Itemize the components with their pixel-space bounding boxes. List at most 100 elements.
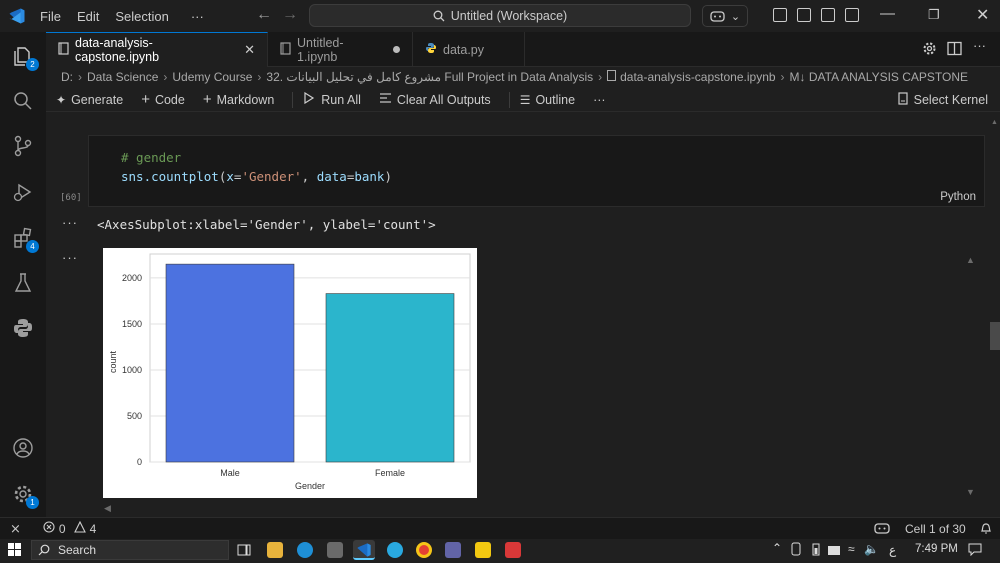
python-icon[interactable] [11, 316, 35, 340]
split-editor-icon[interactable] [947, 41, 962, 59]
more-actions-icon[interactable]: ··· [973, 38, 986, 53]
remote-icon[interactable]: ⨯ [10, 521, 21, 537]
testing-flask-icon[interactable] [11, 271, 35, 295]
cell-position[interactable]: Cell 1 of 30 [905, 522, 966, 536]
volume-icon[interactable]: 🔈 [864, 542, 879, 556]
app-icon[interactable] [505, 542, 521, 558]
y-tick-label: 1500 [122, 319, 142, 329]
windows-start-icon[interactable] [8, 543, 21, 559]
input-language[interactable]: ع [889, 543, 896, 557]
toolbar-divider [508, 91, 510, 108]
extensions-icon[interactable]: 4 [11, 226, 39, 253]
show-hidden-icons-icon[interactable]: ⌃ [772, 541, 782, 555]
y-axis-label: count [108, 350, 118, 373]
menu-edit[interactable]: Edit [69, 9, 107, 24]
code-cell[interactable]: # gender sns.countplot(x='Gender', data=… [88, 135, 985, 207]
copilot-status-icon[interactable] [874, 521, 890, 538]
code-comma: , [301, 169, 317, 184]
account-icon[interactable] [11, 436, 35, 460]
cell-language[interactable]: Python [940, 191, 976, 203]
edge-browser-icon[interactable] [297, 542, 313, 558]
menu-selection[interactable]: Selection [107, 9, 176, 24]
tab-label: Untitled-1.ipynb [297, 35, 344, 64]
scroll-left-arrow-icon[interactable]: ◀ [104, 503, 111, 514]
add-code-cell-button[interactable]: + Code [141, 91, 185, 108]
search-icon[interactable] [11, 89, 35, 113]
tab-data-analysis-capstone[interactable]: data-analysis-capstone.ipynb ✕ [46, 32, 268, 67]
task-view-icon[interactable] [236, 542, 252, 558]
tab-untitled-1[interactable]: Untitled-1.ipynb [268, 32, 413, 67]
code-fn: sns.countplot [121, 169, 219, 184]
chrome-icon[interactable] [416, 542, 432, 558]
clear-all-outputs-button[interactable]: Clear All Outputs [379, 92, 491, 107]
tab-label: data-analysis-capstone.ipynb [75, 36, 160, 64]
markdown-label: Markdown [216, 92, 275, 107]
toolbar-more-button[interactable]: ··· [593, 93, 606, 107]
battery-level-icon [828, 544, 842, 559]
select-kernel-button[interactable]: Select Kernel [897, 91, 988, 108]
power-bi-icon[interactable] [475, 542, 491, 558]
close-tab-icon[interactable]: ✕ [244, 42, 255, 58]
command-center[interactable]: Untitled (Workspace) [309, 4, 691, 27]
toggle-secondary-sidebar-icon[interactable] [845, 8, 859, 22]
generate-button[interactable]: ✦ Generate [56, 93, 123, 107]
restore-icon[interactable]: ❐ [928, 7, 940, 23]
breadcrumb-item[interactable]: Udemy Course [172, 70, 252, 84]
settings-gear-icon[interactable]: 1 [11, 482, 39, 509]
breadcrumb-item[interactable]: 32. مشروع كامل في تحليل البيانات Full Pr… [266, 70, 593, 84]
chevron-down-icon: ⌄ [730, 10, 741, 23]
y-tick-label: 0 [137, 457, 142, 467]
clock-time[interactable]: 7:49 PM [915, 543, 958, 555]
toggle-primary-sidebar-icon[interactable] [773, 8, 787, 22]
forward-arrow-icon[interactable]: → [282, 6, 298, 24]
notebook-editor: # gender sns.countplot(x='Gender', data=… [46, 113, 1000, 517]
taskbar-search[interactable]: Search [31, 540, 229, 560]
outline-button[interactable]: ☰ Outline [520, 93, 575, 107]
run-all-button[interactable]: Run All [303, 91, 361, 107]
scroll-down-arrow-icon[interactable]: ▼ [966, 487, 975, 497]
breadcrumb-item[interactable]: D: [61, 70, 73, 84]
toggle-bottom-panel-icon[interactable] [821, 8, 835, 22]
file-explorer-icon[interactable] [267, 542, 283, 558]
editor-scroll-up-icon[interactable]: ▲ [991, 119, 998, 126]
editor-scrollbar-thumb[interactable] [990, 322, 1000, 350]
countplot-image: 0 500 1000 1500 2000 Male Female Gender count [103, 248, 477, 498]
copilot-button[interactable]: ⌄ [702, 5, 748, 27]
close-window-icon[interactable]: ✕ [976, 5, 989, 25]
generate-label: Generate [71, 92, 124, 107]
y-tick-label: 2000 [122, 273, 142, 283]
output-more-icon[interactable]: ··· [62, 215, 78, 230]
gear-icon[interactable] [922, 41, 937, 59]
menu-file[interactable]: File [32, 9, 69, 24]
tab-data-py[interactable]: data.py [413, 32, 525, 67]
minimize-icon[interactable]: — [880, 5, 895, 22]
wifi-icon[interactable]: ≈ [848, 542, 855, 556]
cell-code[interactable]: # gender sns.countplot(x='Gender', data=… [121, 148, 392, 186]
run-debug-icon[interactable] [11, 180, 35, 204]
problems-indicator[interactable]: 0 4 [43, 520, 97, 536]
x-tick-label: Male [220, 468, 240, 478]
toggle-panel-icon[interactable] [797, 8, 811, 22]
activity-bar: 2 4 1 [0, 32, 46, 517]
vscode-taskbar-icon[interactable] [353, 540, 375, 560]
taskbar-search-label: Search [58, 543, 97, 557]
breadcrumb-item[interactable]: data-analysis-capstone.ipynb [620, 70, 775, 84]
tray-app-icon[interactable] [790, 542, 802, 559]
menu-more[interactable]: ··· [183, 9, 212, 24]
explorer-icon[interactable]: 2 [11, 44, 39, 71]
telegram-icon[interactable] [387, 542, 403, 558]
notification-center-icon[interactable] [968, 543, 982, 559]
add-markdown-cell-button[interactable]: + Markdown [203, 91, 274, 108]
notifications-bell-icon[interactable] [980, 521, 992, 538]
scroll-up-arrow-icon[interactable]: ▲ [966, 255, 975, 265]
teams-icon[interactable] [445, 542, 461, 558]
output-more-icon[interactable]: ··· [62, 250, 78, 265]
breadcrumb-item[interactable]: M↓ DATA ANALYSIS CAPSTONE [790, 70, 969, 84]
breadcrumb-item[interactable]: Data Science [87, 70, 158, 84]
bar-chart: 0 500 1000 1500 2000 Male Female Gender count [108, 253, 471, 491]
warning-count: 4 [89, 521, 97, 536]
back-arrow-icon[interactable]: ← [256, 6, 272, 24]
settings-badge: 1 [26, 496, 39, 509]
source-control-icon[interactable] [11, 134, 35, 158]
store-icon[interactable] [327, 542, 343, 558]
